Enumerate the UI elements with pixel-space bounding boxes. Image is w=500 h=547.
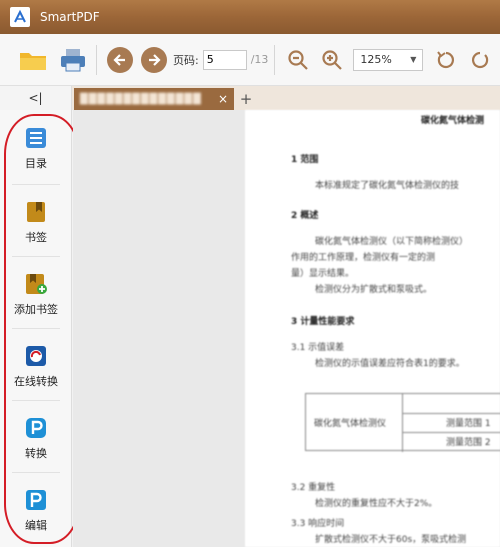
sidebar-item-add-bookmark[interactable]: 添加书签: [4, 260, 68, 330]
document-line: 2 概述: [291, 211, 319, 221]
table-cell: 碳化氮气体检测仪: [314, 419, 387, 429]
document-line: 检测仪分为扩散式和泵吸式。: [315, 285, 433, 295]
zoom-out-button[interactable]: [281, 43, 315, 77]
arrow-right-icon: [141, 46, 167, 73]
sidebar-divider: [12, 472, 60, 473]
previous-page-button[interactable]: [103, 43, 137, 77]
collapse-sidebar-button[interactable]: <|: [0, 86, 72, 110]
printer-icon: [61, 48, 85, 71]
page-number-label: 页码:: [173, 53, 199, 67]
document-line: 本标准规定了碳化氮气体检测仪的技: [315, 181, 460, 191]
sidebar-item-label: 在线转换: [14, 375, 58, 388]
rotate-left-button[interactable]: [429, 43, 463, 77]
document-line: 检测仪的示值误差应符合表1的要求。: [315, 359, 465, 369]
zoom-in-button[interactable]: [315, 43, 349, 77]
print-button[interactable]: [56, 43, 90, 77]
online-convert-icon: [26, 346, 46, 366]
convert-icon: [26, 418, 46, 438]
open-folder-button[interactable]: [16, 43, 50, 77]
folder-icon: [20, 52, 46, 70]
zoom-level-value: 125%: [360, 53, 392, 66]
app-title: SmartPDF: [40, 10, 100, 24]
chevron-down-icon: ▼: [410, 55, 417, 64]
sidebar-divider: [12, 184, 60, 185]
sidebar-item-online-convert[interactable]: 在线转换: [4, 332, 68, 402]
document-table: 碳化氮气体检测仪 测量范围 1 测量范围 2: [305, 393, 500, 452]
next-page-button[interactable]: [137, 43, 171, 77]
sidebar-item-edit[interactable]: 编辑: [4, 476, 68, 546]
document-line: 量）显示结果。: [291, 269, 355, 279]
document-line: 1 范围: [291, 155, 319, 165]
close-tab-icon[interactable]: ×: [218, 92, 228, 106]
rotate-right-icon: [472, 51, 489, 68]
sidebar-item-bookmark[interactable]: 书签: [4, 188, 68, 258]
toc-icon: [26, 128, 46, 148]
page-total: /13: [250, 53, 269, 66]
edit-icon: [26, 490, 46, 510]
document-line: 3.2 重复性: [291, 483, 336, 493]
document-line: 碳化氮气体检测仪（以下简称检测仪）: [315, 237, 469, 247]
add-tab-button[interactable]: +: [236, 88, 256, 110]
sidebar-divider: [12, 400, 60, 401]
tab-bar: <| ██████████████ × +: [0, 86, 500, 110]
sidebar-item-label: 书签: [25, 231, 47, 244]
sidebar-item-label: 添加书签: [14, 303, 58, 316]
sidebar: 目录 书签 添加书签 在线转换 转换 编辑: [0, 110, 72, 547]
table-cell: 测量范围 1: [446, 419, 491, 429]
title-bar: SmartPDF: [0, 0, 500, 34]
sidebar-item-toc[interactable]: 目录: [4, 114, 68, 184]
table-cell: 测量范围 2: [446, 438, 491, 448]
zoom-in-icon: [322, 49, 343, 70]
document-line: 作用的工作原理，检测仪有一定的测: [291, 253, 436, 263]
document-line: 3.3 响应时间: [291, 519, 345, 529]
rotate-left-icon: [437, 50, 455, 68]
sidebar-divider: [12, 256, 60, 257]
document-viewer[interactable]: 碳化氮气体检测 1 范围 本标准规定了碳化氮气体检测仪的技 2 概述 碳化氮气体…: [73, 110, 500, 547]
sidebar-divider: [12, 328, 60, 329]
document-tab[interactable]: ██████████████ ×: [74, 88, 234, 110]
zoom-level-select[interactable]: 125% ▼: [353, 48, 424, 71]
sidebar-item-convert[interactable]: 转换: [4, 404, 68, 474]
document-line: 扩散式检测仪不大于60s，泵吸式检测: [315, 535, 467, 545]
zoom-out-icon: [288, 49, 309, 70]
sidebar-item-label: 编辑: [25, 519, 47, 532]
add-bookmark-icon: [26, 274, 47, 294]
document-line: 3 计量性能要求: [291, 317, 355, 327]
toolbar-divider: [274, 44, 276, 75]
rotate-right-button[interactable]: [463, 43, 497, 77]
sidebar-item-label: 目录: [25, 157, 47, 170]
document-tab-name: ██████████████: [80, 93, 202, 105]
document-line: 检测仪的重复性应不大于2%。: [315, 499, 438, 509]
document-line: 3.1 示值误差: [291, 343, 345, 353]
bookmark-icon: [27, 202, 45, 222]
toolbar-divider: [96, 44, 97, 75]
sidebar-item-label: 转换: [25, 447, 47, 460]
app-logo-icon: [10, 7, 30, 27]
arrow-left-icon: [107, 46, 133, 73]
document-page: 碳化氮气体检测 1 范围 本标准规定了碳化氮气体检测仪的技 2 概述 碳化氮气体…: [245, 110, 500, 547]
toolbar: 页码: /13 125% ▼: [0, 34, 500, 86]
page-number-input[interactable]: [202, 49, 247, 70]
document-title: 碳化氮气体检测: [421, 116, 485, 126]
